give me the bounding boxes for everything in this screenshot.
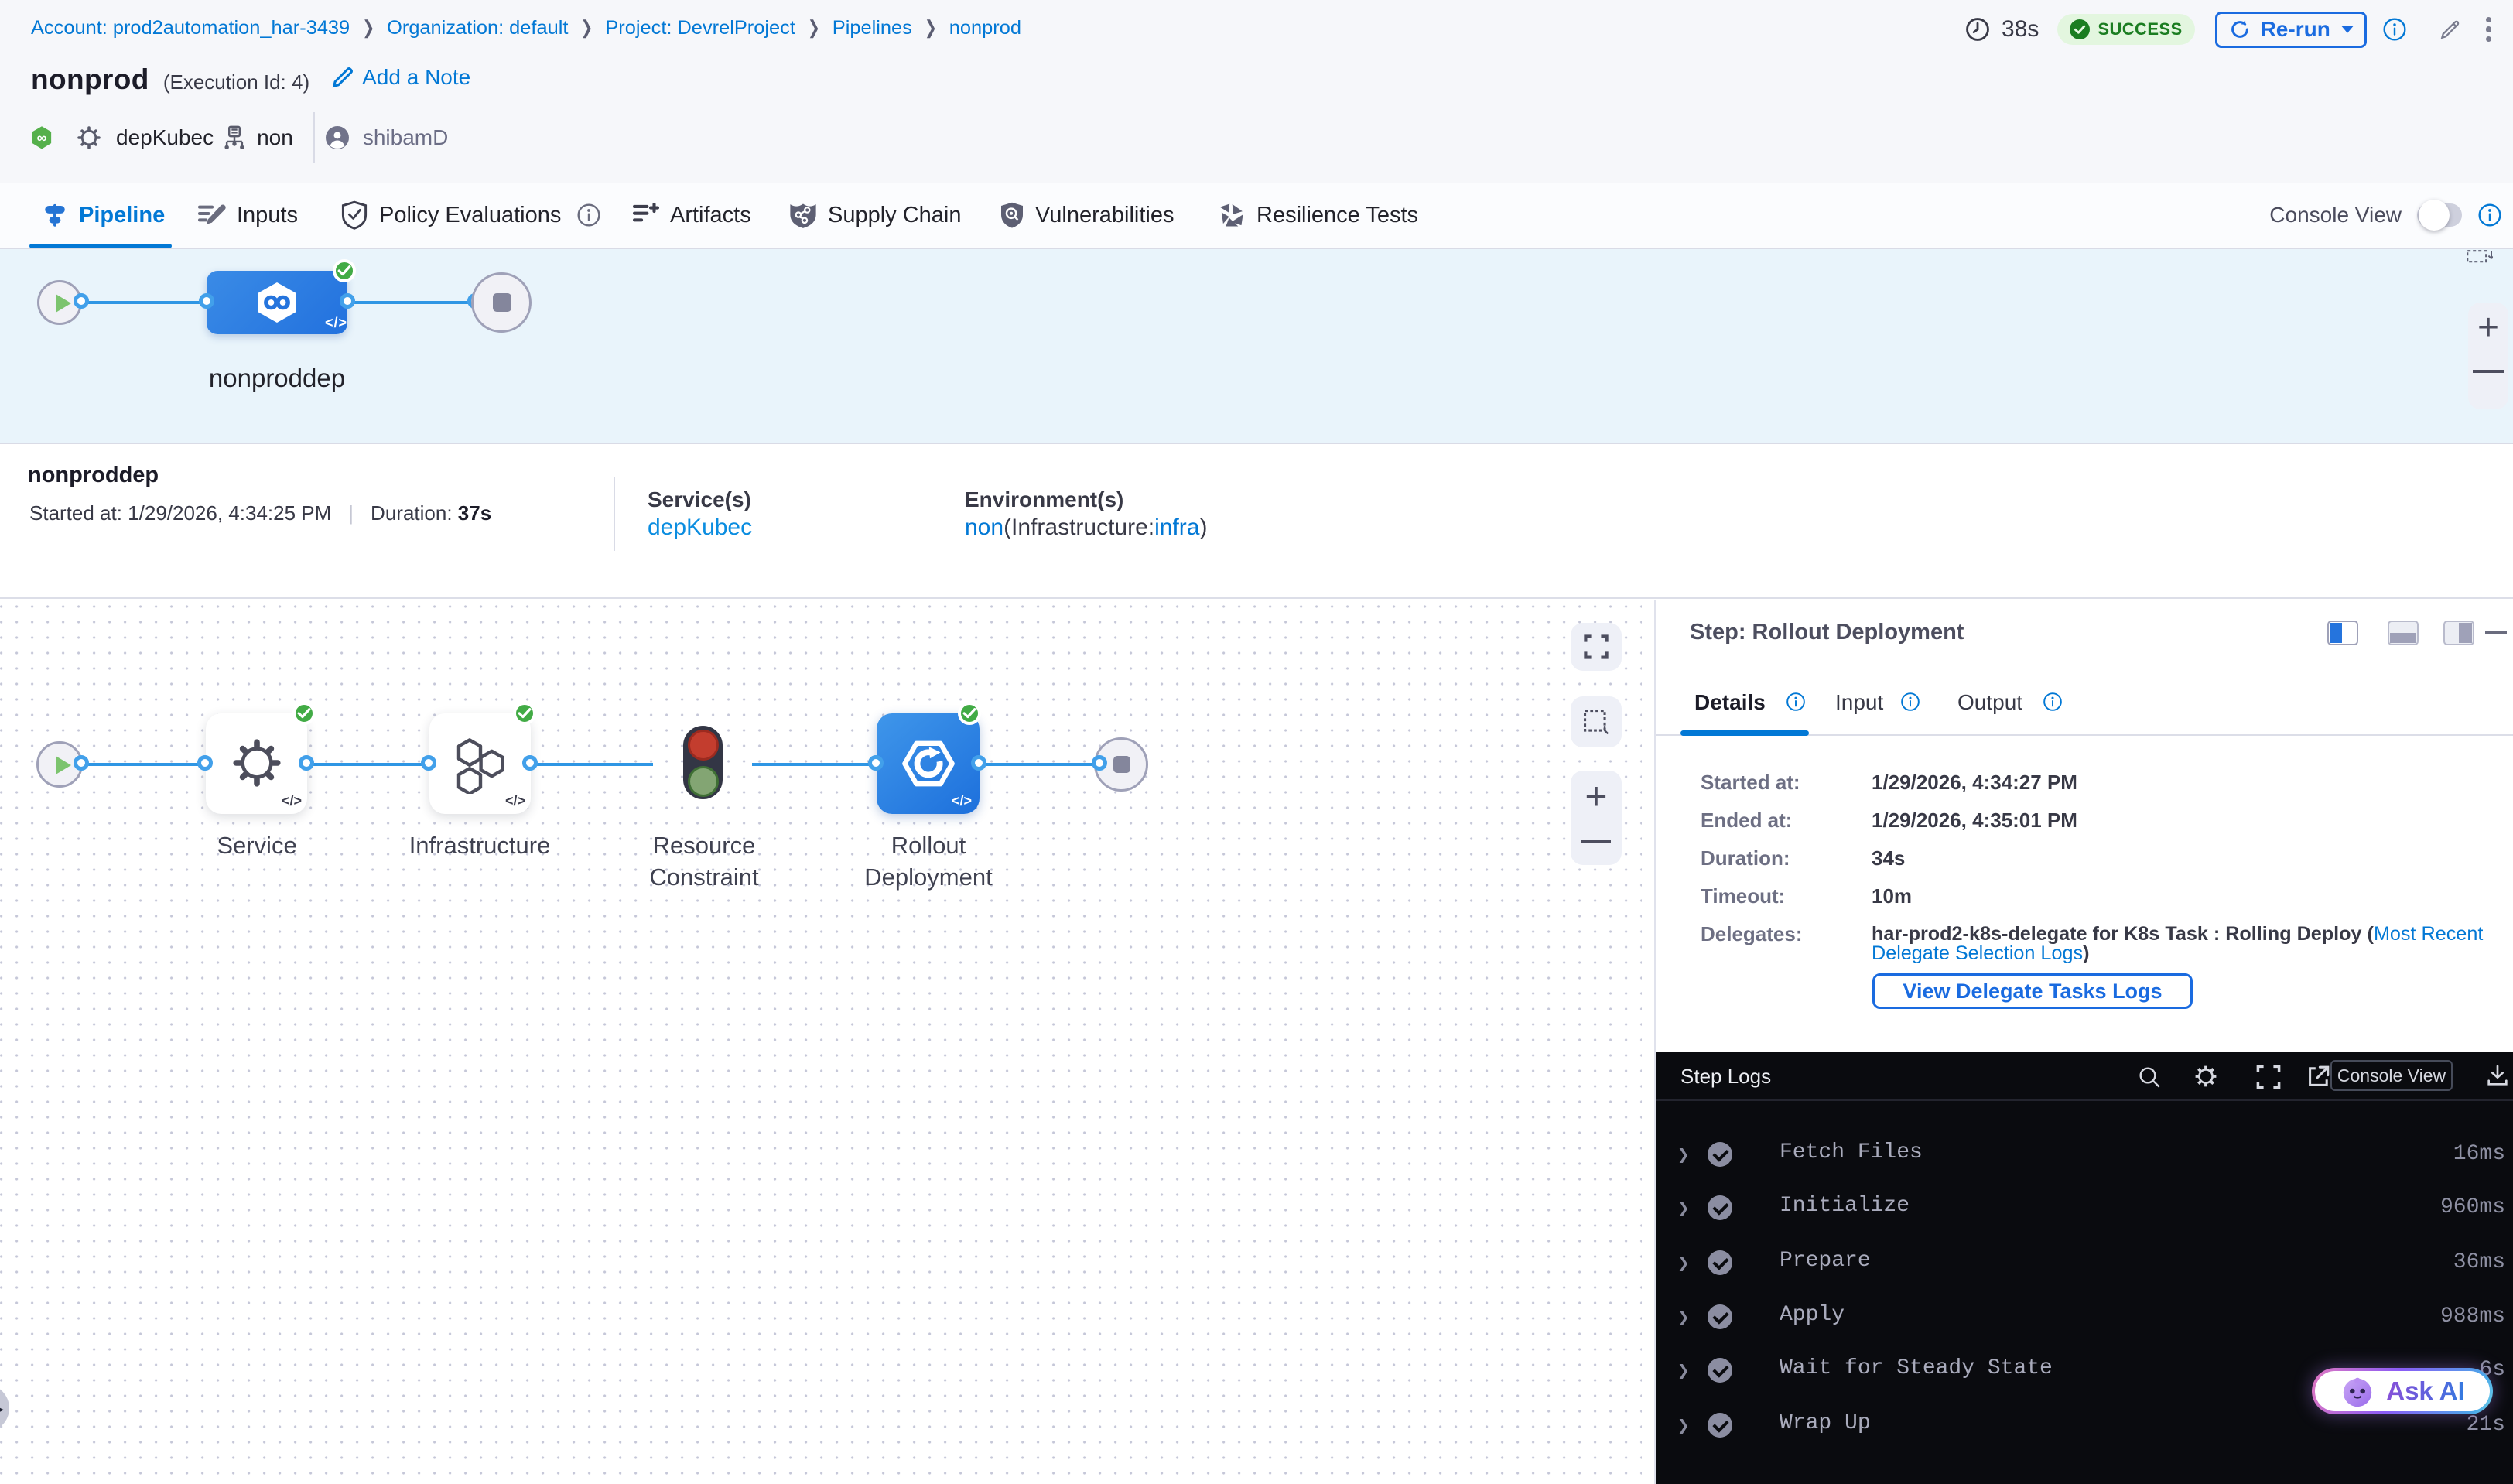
svg-text:∞: ∞ bbox=[37, 130, 47, 145]
